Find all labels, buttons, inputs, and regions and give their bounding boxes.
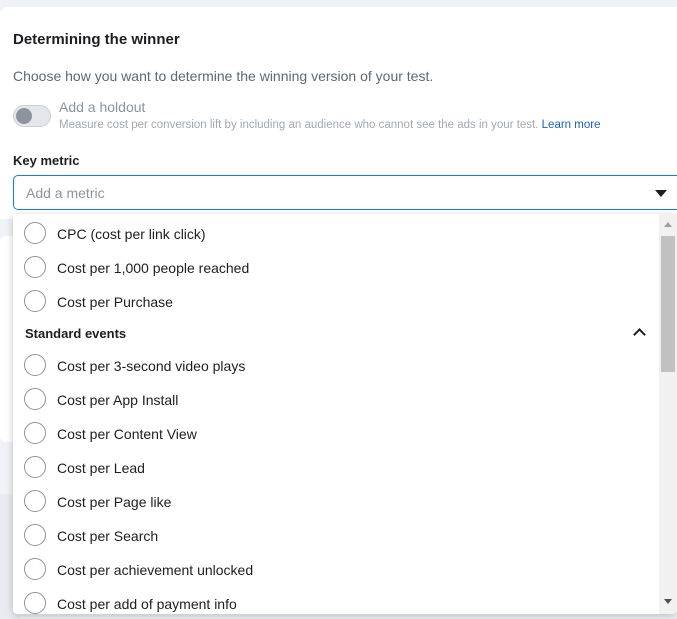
holdout-toggle[interactable]	[13, 105, 51, 127]
metric-option-label: Cost per achievement unlocked	[57, 562, 254, 578]
dropdown-scrollbar[interactable]	[659, 214, 677, 614]
standard-events-section-header[interactable]: Standard events	[13, 318, 659, 348]
metric-option-label: Cost per Content View	[57, 426, 197, 442]
metric-option-label: Cost per 1,000 people reached	[57, 260, 250, 276]
metric-option-app-install[interactable]: Cost per App Install	[13, 382, 659, 416]
section-label: Standard events	[25, 326, 127, 341]
chevron-up-icon[interactable]	[633, 328, 646, 341]
metric-option-label: Cost per Lead	[57, 460, 145, 476]
radio-button[interactable]	[24, 422, 46, 444]
metric-option-cpc[interactable]: CPC (cost per link click)	[13, 216, 659, 250]
metric-option-search[interactable]: Cost per Search	[13, 518, 659, 552]
learn-more-link[interactable]: Learn more	[542, 119, 601, 131]
metric-option-page-like[interactable]: Cost per Page like	[13, 484, 659, 518]
radio-button[interactable]	[24, 524, 46, 546]
metric-option-label: Cost per 3-second video plays	[57, 358, 246, 374]
holdout-description-text: Measure cost per conversion lift by incl…	[59, 119, 539, 131]
key-metric-select[interactable]: Add a metric	[13, 175, 677, 210]
metric-option-label: CPC (cost per link click)	[57, 226, 206, 242]
caret-down-icon	[655, 190, 667, 197]
scroll-down-arrow-icon[interactable]	[664, 599, 672, 604]
toggle-knob	[16, 108, 32, 124]
metric-option-cost-per-purchase[interactable]: Cost per Purchase	[13, 284, 659, 318]
radio-button[interactable]	[24, 354, 46, 376]
metric-select-placeholder: Add a metric	[26, 185, 105, 201]
scroll-up-arrow-icon[interactable]	[664, 222, 672, 227]
radio-button[interactable]	[24, 490, 46, 512]
determining-winner-card: Determining the winner Choose how you wa…	[0, 7, 677, 219]
metric-option-cost-per-1000-reached[interactable]: Cost per 1,000 people reached	[13, 250, 659, 284]
metric-option-label: Cost per add of payment info	[57, 596, 237, 612]
metric-option-3-second-video-plays[interactable]: Cost per 3-second video plays	[13, 348, 659, 382]
radio-button[interactable]	[24, 222, 46, 244]
key-metric-label: Key metric	[13, 153, 80, 168]
radio-button[interactable]	[24, 558, 46, 580]
section-title: Determining the winner	[13, 31, 180, 48]
metric-dropdown-menu: CPC (cost per link click) Cost per 1,000…	[13, 214, 677, 614]
metric-option-label: Cost per Purchase	[57, 294, 173, 310]
metric-option-lead[interactable]: Cost per Lead	[13, 450, 659, 484]
radio-button[interactable]	[24, 290, 46, 312]
radio-button[interactable]	[24, 388, 46, 410]
metric-option-label: Cost per Search	[57, 528, 159, 544]
radio-button[interactable]	[24, 592, 46, 614]
metric-option-add-payment-info[interactable]: Cost per add of payment info	[13, 586, 659, 614]
metric-option-label: Cost per Page like	[57, 494, 172, 510]
scrollbar-thumb[interactable]	[661, 236, 675, 372]
radio-button[interactable]	[24, 256, 46, 278]
section-subtitle: Choose how you want to determine the win…	[13, 68, 434, 84]
holdout-label: Add a holdout	[59, 99, 146, 115]
holdout-description: Measure cost per conversion lift by incl…	[59, 119, 600, 131]
radio-button[interactable]	[24, 456, 46, 478]
metric-option-achievement-unlocked[interactable]: Cost per achievement unlocked	[13, 552, 659, 586]
metric-option-content-view[interactable]: Cost per Content View	[13, 416, 659, 450]
metric-option-label: Cost per App Install	[57, 392, 179, 408]
